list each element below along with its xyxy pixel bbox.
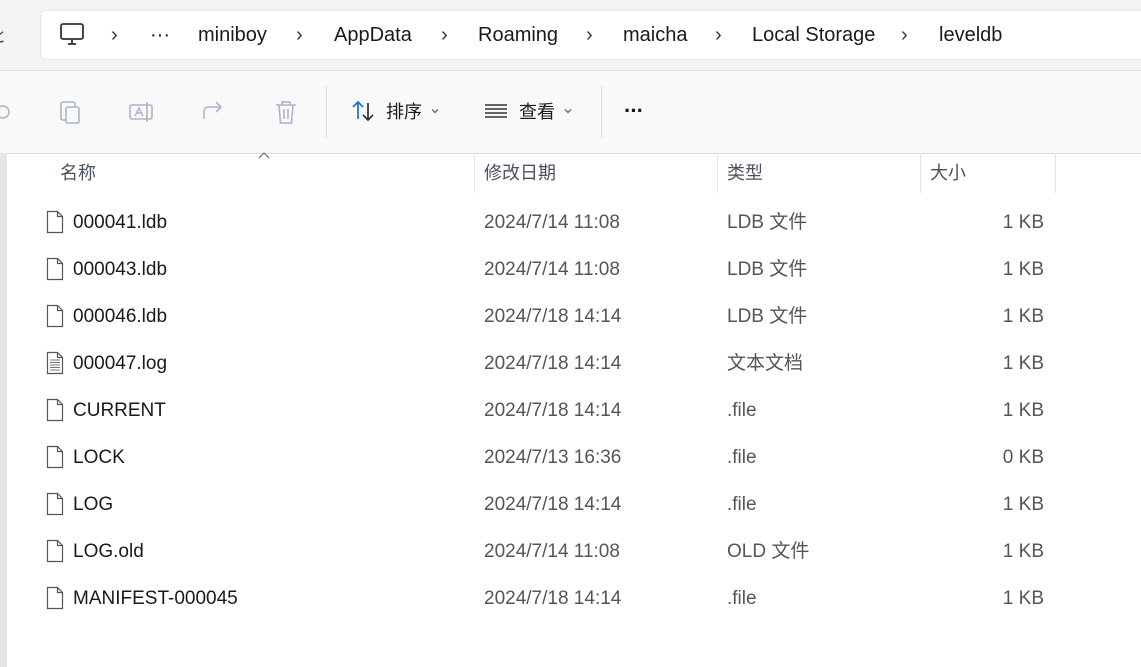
document-icon [46, 304, 64, 328]
file-size: 1 KB [1002, 212, 1044, 233]
toolbar-divider [601, 86, 602, 138]
breadcrumb-separator: › [715, 24, 722, 46]
file-row[interactable]: 000046.ldb 2024/7/18 14:14 LDB 文件 1 KB [36, 293, 1056, 340]
file-modified-date: 2024/7/18 14:14 [484, 494, 622, 515]
document-icon [46, 257, 64, 281]
file-name: 000047.log [73, 353, 168, 374]
file-name: LOG.old [73, 541, 144, 562]
breadcrumb-item-roaming[interactable]: Roaming [478, 11, 558, 59]
file-type: .file [727, 588, 757, 609]
document-icon [46, 398, 64, 422]
this-pc-icon[interactable] [59, 11, 85, 59]
file-type: LDB 文件 [727, 306, 808, 327]
breadcrumb-separator: › [901, 24, 908, 46]
file-size: 1 KB [1002, 588, 1044, 609]
column-header-row: 名称 修改日期 类型 大小 [0, 152, 1141, 193]
file-type: 文本文档 [727, 353, 804, 374]
command-bar: 排序 查看 ··· [0, 71, 1141, 154]
column-separator[interactable] [1055, 153, 1056, 193]
view-button[interactable]: 查看 [483, 93, 573, 129]
file-size: 1 KB [1002, 541, 1044, 562]
sort-label: 排序 [386, 102, 422, 122]
file-modified-date: 2024/7/18 14:14 [484, 588, 622, 609]
file-size: 1 KB [1002, 259, 1044, 280]
document-icon [46, 210, 64, 234]
file-modified-date: 2024/7/14 11:08 [484, 212, 620, 233]
file-size: 1 KB [1002, 306, 1044, 327]
window-edge-glyph: ﾋ [0, 26, 5, 46]
share-icon[interactable] [199, 97, 229, 127]
file-row[interactable]: MANIFEST-000045 2024/7/18 14:14 .file 1 … [36, 575, 1056, 622]
file-name: LOG [73, 494, 114, 515]
file-modified-date: 2024/7/14 11:08 [484, 541, 620, 562]
file-modified-date: 2024/7/18 14:14 [484, 306, 622, 327]
text-document-icon [46, 351, 64, 375]
file-row[interactable]: CURRENT 2024/7/18 14:14 .file 1 KB [36, 387, 1056, 434]
file-type: LDB 文件 [727, 259, 808, 280]
more-icon: ··· [624, 98, 644, 123]
view-list-icon [485, 104, 507, 118]
column-separator[interactable] [920, 153, 921, 193]
file-modified-date: 2024/7/14 11:08 [484, 259, 620, 280]
breadcrumb-overflow-button[interactable]: ··· [150, 11, 170, 59]
file-name: LOCK [73, 447, 125, 468]
file-type: OLD 文件 [727, 541, 810, 562]
address-bar-area: ﾋ › ··· miniboy › AppData › Roaming › ma… [0, 0, 1141, 71]
file-row[interactable]: 000047.log 2024/7/18 14:14 文本文档 1 KB [36, 340, 1056, 387]
file-row[interactable]: LOG 2024/7/18 14:14 .file 1 KB [36, 481, 1056, 528]
view-label: 查看 [519, 102, 555, 122]
document-icon [46, 586, 64, 610]
document-icon [46, 539, 64, 563]
column-separator[interactable] [474, 153, 475, 193]
breadcrumb-item-maicha[interactable]: maicha [623, 11, 687, 59]
navigation-pane-edge [0, 153, 7, 667]
file-name: 000041.ldb [73, 212, 168, 233]
file-name: 000046.ldb [73, 306, 168, 327]
delete-icon[interactable] [271, 97, 301, 127]
file-size: 1 KB [1002, 400, 1044, 421]
more-options-button[interactable]: ··· [624, 93, 644, 129]
breadcrumb-item-local-storage[interactable]: Local Storage [752, 11, 875, 59]
file-type: LDB 文件 [727, 212, 808, 233]
file-row[interactable]: LOG.old 2024/7/14 11:08 OLD 文件 1 KB [36, 528, 1056, 575]
file-name: 000043.ldb [73, 259, 168, 280]
file-row[interactable]: 000043.ldb 2024/7/14 11:08 LDB 文件 1 KB [36, 246, 1056, 293]
file-name: CURRENT [73, 400, 166, 421]
cut-icon[interactable] [0, 97, 18, 127]
column-header-size[interactable]: 大小 [930, 153, 1050, 193]
breadcrumb-separator: › [296, 24, 303, 46]
breadcrumb-item-miniboy[interactable]: miniboy [198, 11, 267, 59]
column-header-name[interactable]: 名称 [60, 153, 470, 193]
chevron-down-icon [431, 109, 439, 114]
breadcrumb-item-leveldb[interactable]: leveldb [939, 11, 1002, 59]
file-modified-date: 2024/7/13 16:36 [484, 447, 622, 468]
file-type: .file [727, 447, 757, 468]
file-modified-date: 2024/7/18 14:14 [484, 400, 622, 421]
copy-icon[interactable] [55, 97, 85, 127]
breadcrumb-item-appdata[interactable]: AppData [334, 11, 412, 59]
chevron-down-icon [564, 109, 572, 114]
file-name: MANIFEST-000045 [73, 588, 238, 609]
file-type: .file [727, 494, 757, 515]
document-icon [46, 445, 64, 469]
breadcrumb-separator: › [586, 24, 593, 46]
file-size: 0 KB [1002, 447, 1044, 468]
sort-button[interactable]: 排序 [350, 93, 440, 129]
file-size: 1 KB [1002, 494, 1044, 515]
file-modified-date: 2024/7/18 14:14 [484, 353, 622, 374]
column-separator[interactable] [717, 153, 718, 193]
file-size: 1 KB [1002, 353, 1044, 374]
document-icon [46, 492, 64, 516]
column-header-type[interactable]: 类型 [727, 153, 917, 193]
column-header-date[interactable]: 修改日期 [484, 153, 714, 193]
file-row[interactable]: 000041.ldb 2024/7/14 11:08 LDB 文件 1 KB [36, 199, 1056, 246]
breadcrumb-separator: › [111, 24, 118, 46]
file-type: .file [727, 400, 757, 421]
breadcrumb[interactable]: › ··· miniboy › AppData › Roaming › maic… [40, 10, 1141, 60]
toolbar-divider [326, 86, 327, 138]
breadcrumb-separator: › [441, 24, 448, 46]
sort-icon [352, 100, 374, 122]
file-row[interactable]: LOCK 2024/7/13 16:36 .file 0 KB [36, 434, 1056, 481]
rename-icon[interactable] [127, 97, 157, 127]
